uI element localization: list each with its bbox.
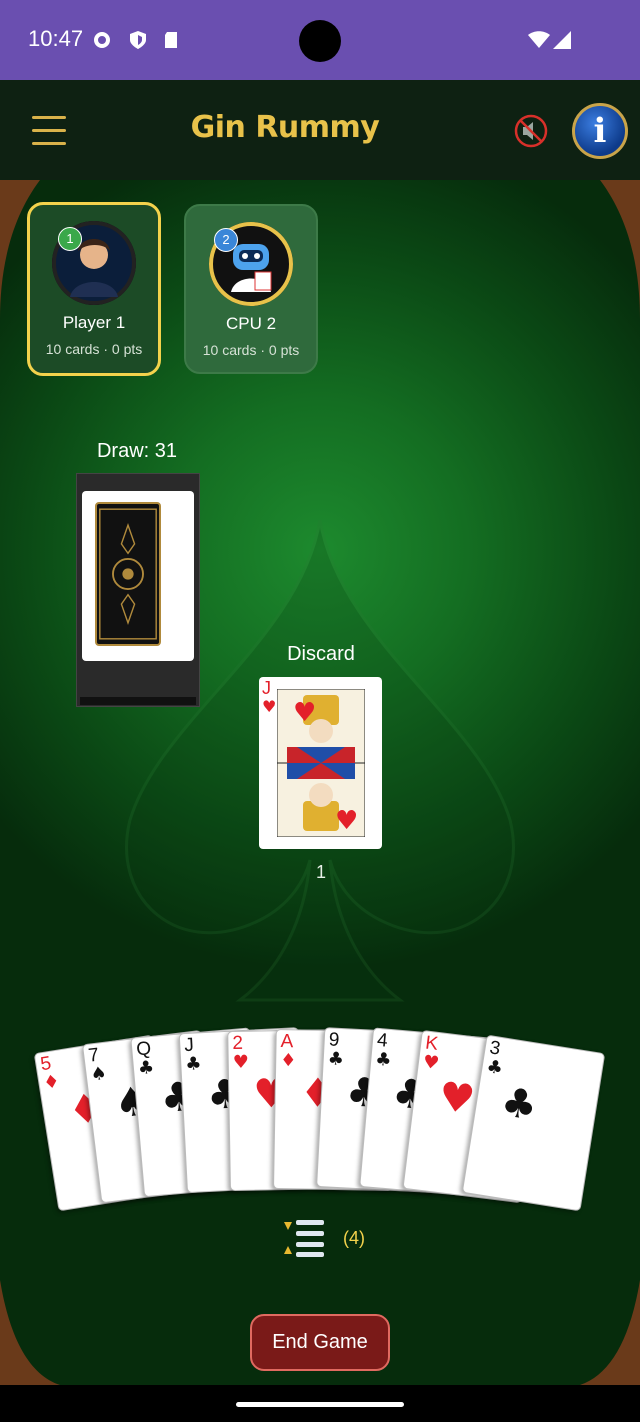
card-suit: ♣ <box>184 1053 203 1076</box>
card-suit: ♣ <box>485 1056 505 1080</box>
card-rank: A <box>280 1031 294 1053</box>
discard-pile-top-card[interactable]: J ♥ ♥ ♥ <box>259 677 382 849</box>
wifi-icon <box>528 31 550 48</box>
card-pip: ♣ <box>497 1078 541 1131</box>
svg-text:♥: ♥ <box>335 806 358 836</box>
player-name: CPU 2 <box>225 314 277 333</box>
shield-icon <box>130 31 146 49</box>
card-pip: ♥ <box>436 1073 478 1124</box>
info-button[interactable]: i <box>572 103 628 159</box>
page-title: Gin Rummy <box>190 110 380 145</box>
card-rank: J <box>262 678 271 698</box>
card-rank: 9 <box>328 1029 340 1051</box>
card-suit: ♣ <box>374 1048 393 1072</box>
card-rank: 4 <box>376 1029 389 1052</box>
sort-count: (4) <box>343 1228 365 1248</box>
card-suit: ♣ <box>327 1048 345 1071</box>
sound-muted-icon[interactable] <box>514 114 548 148</box>
card-suit: ♣ <box>137 1056 156 1080</box>
end-game-button[interactable]: End Game <box>250 1314 390 1371</box>
player-name: Player 1 <box>62 313 126 332</box>
jack-face-art: ♥ ♥ <box>277 689 365 837</box>
hand-card[interactable]: 3 ♣ ♣ <box>461 1034 606 1212</box>
discard-pile-count: 1 <box>315 862 326 882</box>
draw-pile-base <box>80 697 196 705</box>
sort-icon[interactable] <box>282 1218 328 1258</box>
card-suit: ♥ <box>262 697 277 716</box>
card-back-design <box>95 502 161 646</box>
system-nav-bar <box>0 1385 640 1422</box>
home-gesture-pill[interactable] <box>236 1402 404 1407</box>
card-suit: ♠ <box>89 1062 109 1086</box>
player-card-cpu-2[interactable]: 2 CPU 2 10 cards · 0 pts <box>184 204 318 374</box>
player-number-badge: 1 <box>58 227 82 251</box>
signal-icon <box>553 31 571 49</box>
player-card-player-1[interactable]: 1 Player 1 10 cards · 0 pts <box>27 202 161 376</box>
status-bar: 10:47 <box>0 0 640 80</box>
player-number-badge: 2 <box>214 228 238 252</box>
camera-cutout <box>299 20 341 62</box>
card-suit: ♥ <box>421 1051 441 1075</box>
draw-pile-label: Draw: 31 <box>96 440 178 462</box>
svg-text:♥: ♥ <box>293 698 316 728</box>
player-stats: 10 cards · 0 pts <box>202 342 300 358</box>
sd-card-icon <box>165 32 177 48</box>
card-suit: ♦ <box>41 1070 62 1095</box>
status-time: 10:47 <box>28 26 84 51</box>
player-stats: 10 cards · 0 pts <box>45 341 143 357</box>
card-suit: ♥ <box>232 1051 250 1073</box>
card-suit: ♦ <box>280 1050 297 1072</box>
card-rank: 2 <box>232 1032 244 1054</box>
player-hand: 5 ♦ ♦ 7 ♠ ♠ Q ♣ ♣ J ♣ ♣ 2 ♥ ♥ A ♦ ♦ 9 ♣ ♣ 4 ♣ ♣ K ♥ ♥ 3 ♣ ♣ <box>0 1000 640 1212</box>
discard-pile-label: Discard <box>287 643 355 665</box>
card-rank: J <box>183 1034 195 1057</box>
settings-icon <box>94 32 110 48</box>
